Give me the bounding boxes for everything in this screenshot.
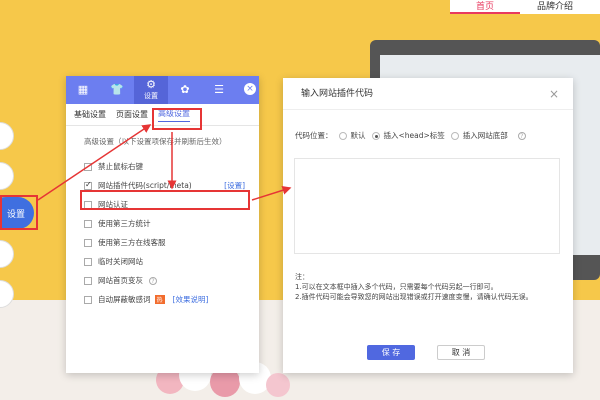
shirt-icon: 👕 bbox=[110, 83, 124, 96]
grid-icon: ▦ bbox=[77, 83, 89, 96]
option-close-site[interactable]: 临时关闭网站 bbox=[66, 252, 259, 271]
close-icon[interactable]: × bbox=[244, 83, 256, 95]
option-third-party-stats[interactable]: 使用第三方统计 bbox=[66, 214, 259, 233]
option-label: 使用第三方统计 bbox=[98, 219, 151, 228]
dialog-title: 输入网站插件代码 × bbox=[283, 78, 573, 110]
hot-badge: 热 bbox=[154, 295, 165, 304]
checkbox[interactable] bbox=[84, 180, 92, 190]
top-nav: 首页 品牌介绍 bbox=[450, 0, 600, 14]
option-disable-right-click[interactable]: 禁止鼠标右键 bbox=[66, 157, 259, 176]
note-line: 2.插件代码可能会导致您的网站出现错误或打开速度变慢，请确认代码无误。 bbox=[295, 293, 533, 301]
nav-item-brand[interactable]: 品牌介绍 bbox=[520, 0, 590, 14]
help-icon[interactable]: ? bbox=[517, 131, 526, 140]
close-icon[interactable]: × bbox=[549, 78, 559, 110]
paw-icon: ✿ bbox=[180, 83, 190, 96]
radio-head[interactable] bbox=[371, 131, 380, 140]
code-textarea[interactable] bbox=[294, 158, 560, 254]
highlight-settings-button bbox=[0, 195, 38, 230]
option-label: 自动屏蔽敏感词 bbox=[98, 295, 151, 304]
checkbox[interactable] bbox=[84, 276, 92, 285]
radio-label: 插入网站底部 bbox=[462, 131, 508, 140]
radio-footer[interactable] bbox=[450, 131, 459, 140]
note-line: 1.可以在文本框中插入多个代码，只需要每个代码另起一行即可。 bbox=[295, 283, 498, 291]
option-label: 使用第三方在线客服 bbox=[98, 238, 166, 247]
option-gray-homepage[interactable]: 网站首页变灰? bbox=[66, 271, 259, 290]
radio-label: 默认 bbox=[350, 131, 366, 140]
option-label: 临时关闭网站 bbox=[98, 257, 143, 266]
panel-tab-settings-label: 设置 bbox=[144, 92, 158, 100]
highlight-advanced-tab bbox=[152, 108, 202, 130]
radio-label: 插入<head>标签 bbox=[383, 131, 445, 140]
option-label: 网站首页变灰 bbox=[98, 276, 143, 285]
panel-tab-style[interactable]: 👕 bbox=[100, 76, 134, 104]
gear-icon: ⚙ bbox=[146, 78, 156, 91]
option-third-party-service[interactable]: 使用第三方在线客服 bbox=[66, 233, 259, 252]
checkbox[interactable] bbox=[84, 219, 92, 228]
panel-tab-layout[interactable]: ▦ bbox=[66, 76, 100, 104]
code-position-label: 代码位置： bbox=[295, 131, 333, 140]
tab-basic-settings[interactable]: 基础设置 bbox=[74, 109, 106, 120]
option-block-words[interactable]: 自动屏蔽敏感词热 [效果说明] bbox=[66, 290, 259, 309]
highlight-plugin-code-option bbox=[80, 190, 250, 210]
effect-description-link[interactable]: [效果说明] bbox=[173, 294, 209, 305]
radio-default[interactable] bbox=[338, 131, 347, 140]
checkbox[interactable] bbox=[84, 295, 92, 304]
note-title: 注： bbox=[295, 273, 309, 281]
cancel-button[interactable]: 取 消 bbox=[437, 345, 485, 360]
nav-item-home[interactable]: 首页 bbox=[450, 0, 520, 14]
panel-header: ▦ 👕 ⚙ 设置 ✿ ☰ × bbox=[66, 76, 259, 104]
tab-page-settings[interactable]: 页面设置 bbox=[116, 109, 148, 120]
panel-tab-pages[interactable]: ☰ bbox=[202, 76, 236, 104]
help-icon[interactable]: ? bbox=[149, 276, 157, 285]
save-button[interactable]: 保 存 bbox=[367, 345, 415, 360]
panel-tab-plugins[interactable]: ✿ bbox=[168, 76, 202, 104]
option-label: 禁止鼠标右键 bbox=[98, 162, 143, 171]
checkbox[interactable] bbox=[84, 257, 92, 266]
panel-note: 高级设置（以下设置项保存并刷新后生效） bbox=[84, 137, 227, 146]
checkbox[interactable] bbox=[84, 162, 92, 171]
option-list: 禁止鼠标右键 网站插件代码(script/meta)[设置] 网站认证 使用第三… bbox=[66, 157, 259, 309]
dialog-note: 注： 1.可以在文本框中插入多个代码，只需要每个代码另起一行即可。 2.插件代码… bbox=[295, 272, 563, 302]
layers-icon: ☰ bbox=[214, 83, 224, 96]
panel-tab-settings[interactable]: ⚙ 设置 bbox=[134, 76, 168, 104]
plugin-code-dialog: 输入网站插件代码 × 代码位置： 默认 插入<head>标签 插入网站底部 ? … bbox=[283, 78, 573, 373]
code-position-row: 代码位置： 默认 插入<head>标签 插入网站底部 ? bbox=[295, 130, 526, 141]
checkbox[interactable] bbox=[84, 238, 92, 247]
dialog-title-text: 输入网站插件代码 bbox=[301, 89, 374, 99]
